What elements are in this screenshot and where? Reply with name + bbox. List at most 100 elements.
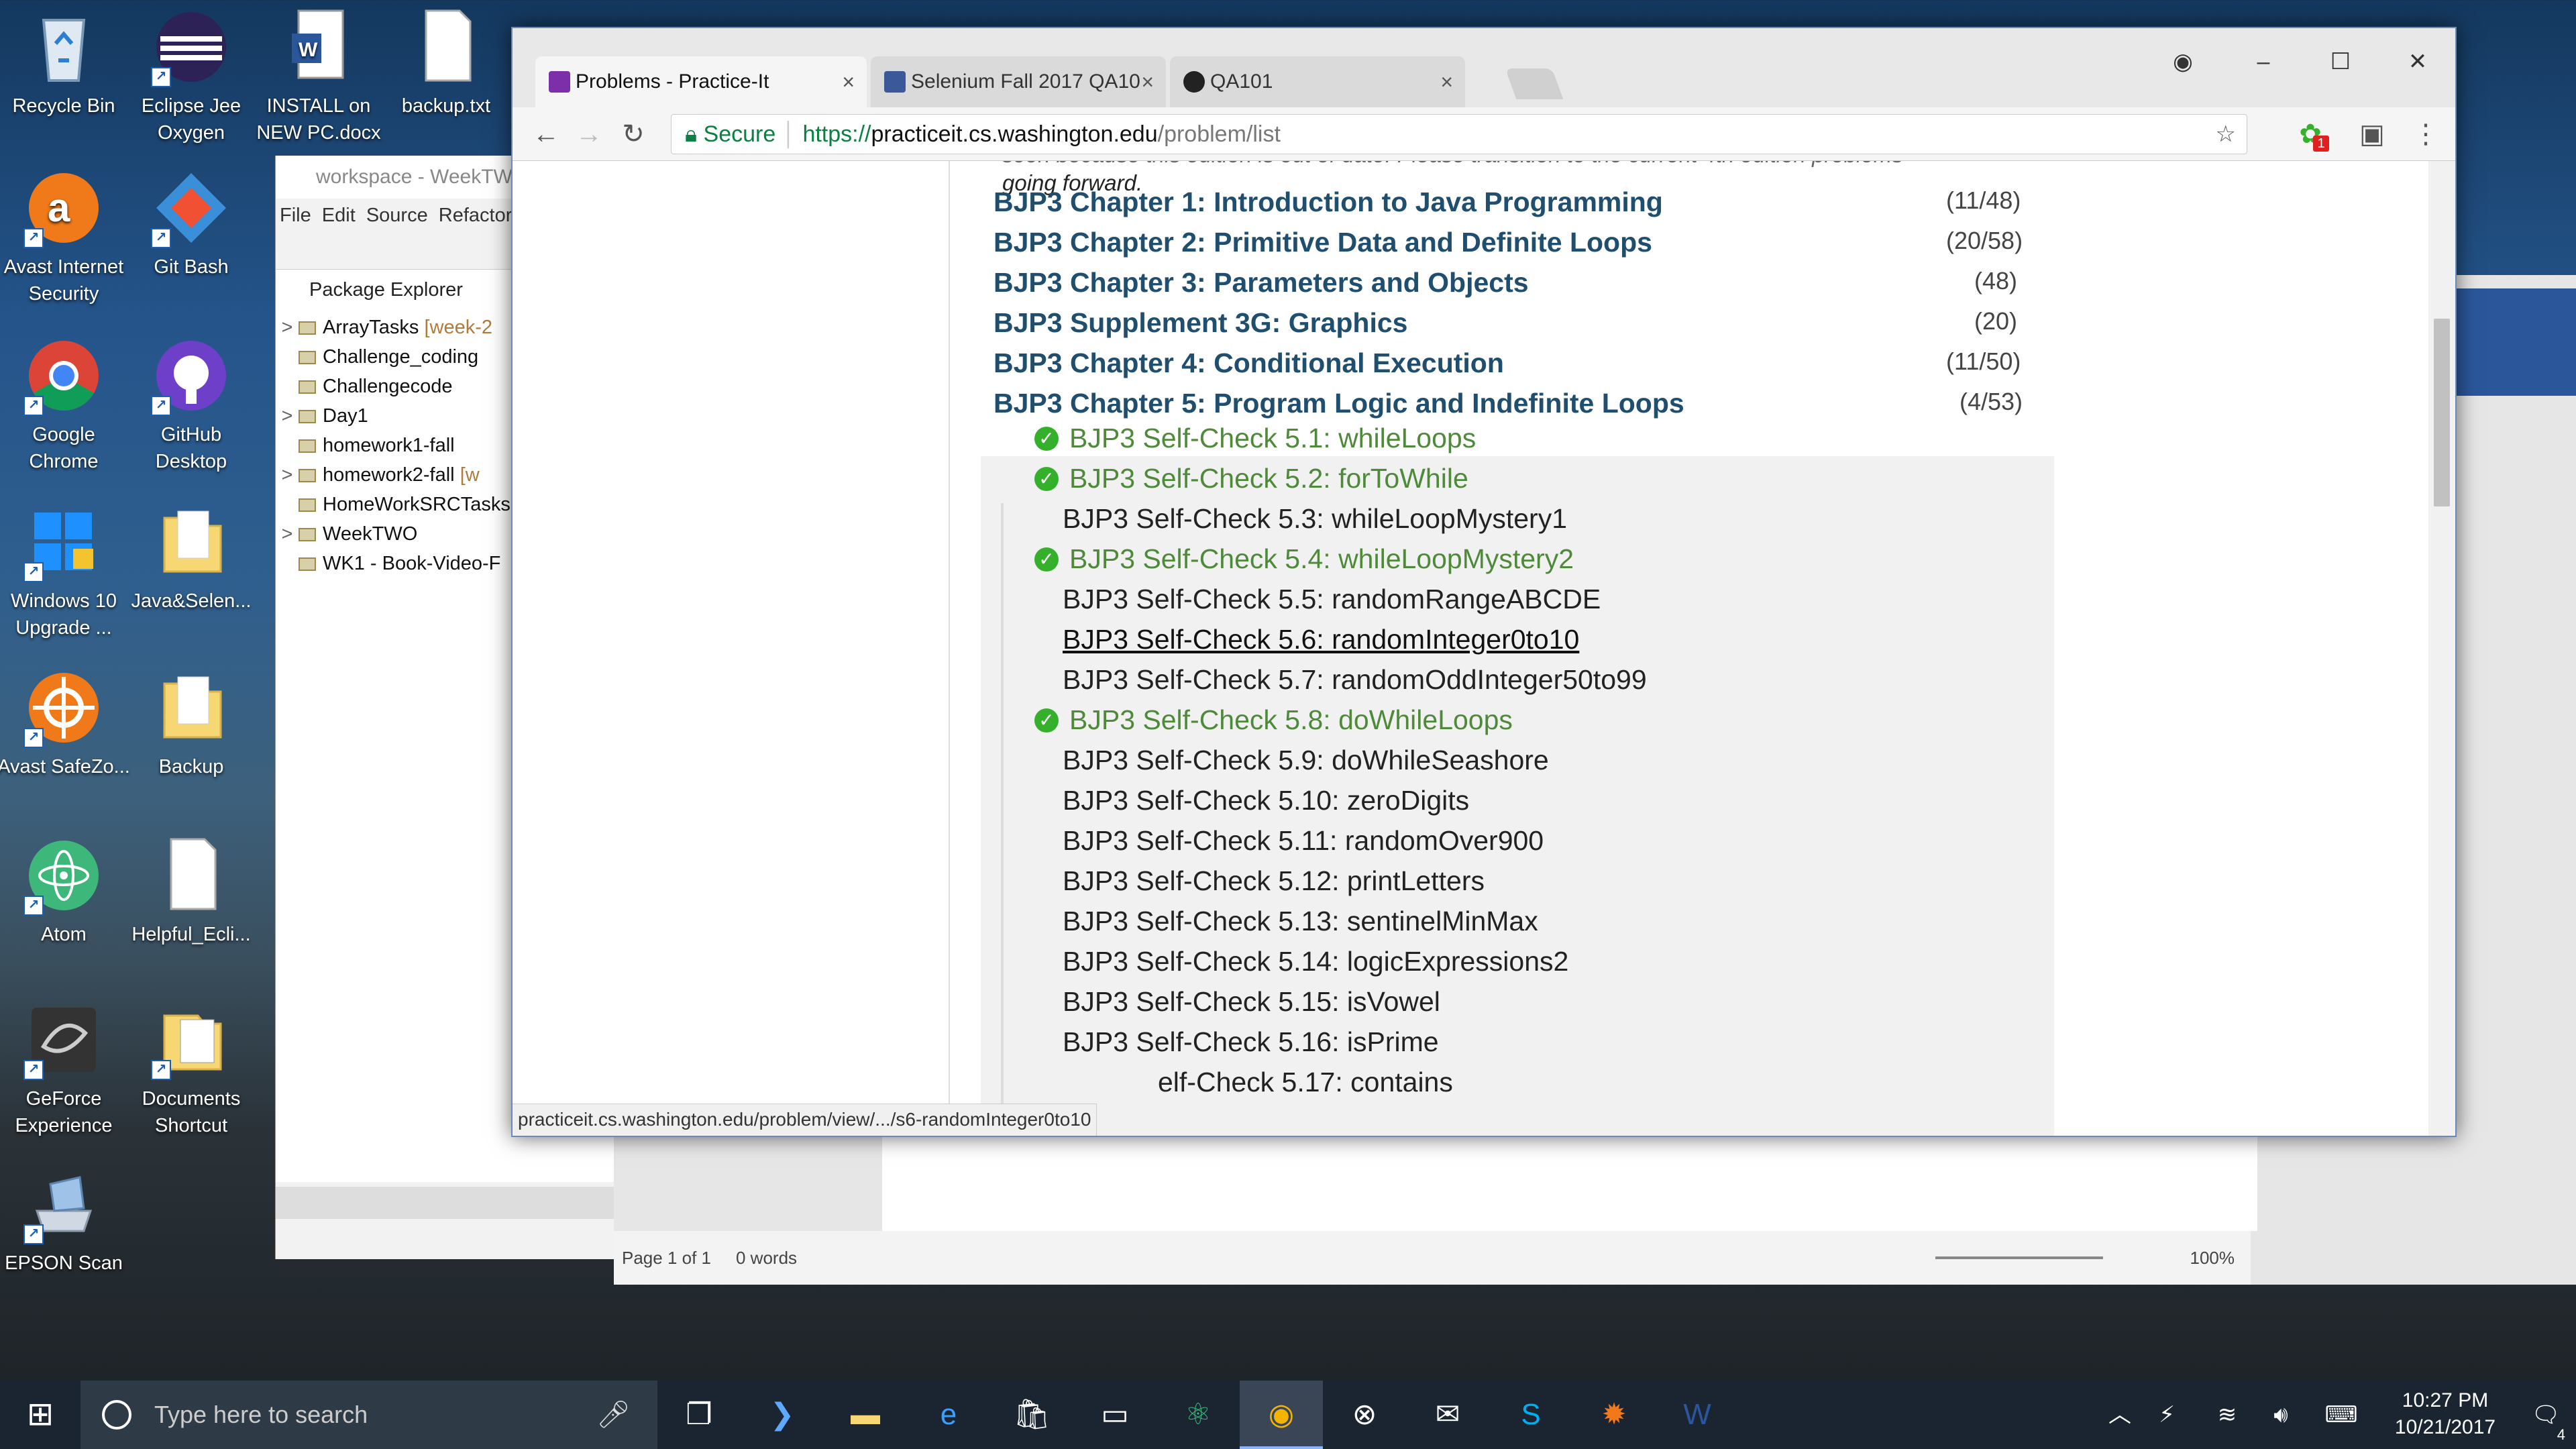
problem-link[interactable]: BJP3 Self-Check 5.11: randomOver900 — [1063, 825, 1544, 857]
desktop-icon-java-selenium-folder[interactable]: Java&Selen... — [124, 502, 258, 614]
desktop-icon-backup-folder[interactable]: Backup — [124, 667, 258, 780]
vertical-scrollbar[interactable] — [2428, 161, 2455, 1136]
word-zoom-level[interactable]: 100% — [2190, 1231, 2235, 1285]
problem-link[interactable]: BJP3 Self-Check 5.10: zeroDigits — [1063, 785, 1469, 816]
problem-link[interactable]: BJP3 Self-Check 5.15: isVowel — [1063, 986, 1440, 1018]
avast-taskbar-icon[interactable]: ✹ — [1572, 1381, 1656, 1449]
chevron-right-icon[interactable]: > — [276, 401, 299, 431]
word-window[interactable]: Page 1 of 1 0 words 100% — [614, 1134, 2257, 1285]
problem-link[interactable]: BJP3 Self-Check 5.14: logicExpressions2 — [1063, 946, 1568, 977]
documents-folder-icon: ↗ — [151, 1000, 231, 1080]
mail-icon[interactable]: ✉ — [1406, 1381, 1489, 1449]
notification-count: 4 — [2557, 1426, 2565, 1443]
minimize-button[interactable]: – — [2237, 42, 2290, 82]
chevron-right-icon[interactable]: > — [276, 313, 299, 342]
desktop-icon-helpful-eclipse[interactable]: Helpful_Ecli... — [124, 835, 258, 948]
problem-link[interactable]: ✓ BJP3 Self-Check 5.4: whileLoopMystery2 — [1034, 543, 1574, 575]
close-window-button[interactable]: ✕ — [2391, 42, 2445, 82]
desktop-icon-windows-10-upgrade[interactable]: ↗ Windows 10 Upgrade ... — [0, 502, 131, 641]
zoom-slider[interactable] — [1935, 1256, 2103, 1259]
notification-center-icon[interactable]: 🗨︎ 4 — [2522, 1381, 2569, 1449]
problem-link[interactable]: elf-Check 5.17: contains — [1158, 1067, 1453, 1098]
user-profile-icon[interactable]: ◉ — [2156, 42, 2210, 82]
file-explorer-icon[interactable]: ▬ — [824, 1381, 907, 1449]
desktop-icon-recycle-bin[interactable]: Recycle Bin — [0, 7, 131, 119]
problem-link[interactable]: ✓ BJP3 Self-Check 5.1: whileLoops — [1034, 423, 1476, 454]
edge-icon[interactable]: e — [907, 1381, 990, 1449]
desktop-icon-documents-shortcut[interactable]: ↗ Documents Shortcut — [124, 1000, 258, 1139]
problem-link[interactable]: BJP3 Self-Check 5.16: isPrime — [1063, 1026, 1439, 1058]
lock-extension-icon[interactable]: ▣ — [2352, 114, 2392, 154]
chapter-link[interactable]: BJP3 Chapter 2: Primitive Data and Defin… — [994, 227, 2023, 258]
extension-icon[interactable]: ✿ 1 — [2290, 114, 2330, 154]
desktop-icon-avast[interactable]: a ↗ Avast Internet Security — [0, 168, 131, 307]
back-arrow-icon[interactable]: ← — [526, 114, 566, 154]
word-taskbar-icon[interactable]: W — [1656, 1381, 1739, 1449]
skype-icon[interactable]: S — [1489, 1381, 1572, 1449]
chapter-link[interactable]: BJP3 Chapter 4: Conditional Execution (11… — [994, 347, 2021, 379]
desktop-icon-eclipse[interactable]: ↗ Eclipse Jee Oxygen — [124, 7, 258, 146]
store-icon[interactable]: 🛍︎ — [990, 1381, 1073, 1449]
chapter-link[interactable]: BJP3 Supplement 3G: Graphics (20) — [994, 307, 2017, 339]
close-icon[interactable]: × — [842, 56, 855, 107]
taskbar-search[interactable]: Type here to search 🎤︎ — [80, 1381, 657, 1449]
xbox-icon[interactable]: ⊗ — [1323, 1381, 1406, 1449]
folder-icon — [151, 667, 231, 748]
problem-link[interactable]: BJP3 Self-Check 5.9: doWhileSeashore — [1063, 745, 1549, 776]
close-icon[interactable]: × — [1440, 56, 1453, 107]
tab-qa101-github[interactable]: QA101 × — [1170, 56, 1465, 107]
desktop-icon-atom[interactable]: ↗ Atom — [0, 835, 131, 948]
chapter-link[interactable]: BJP3 Chapter 3: Parameters and Objects (4… — [994, 267, 2017, 299]
problem-link[interactable]: BJP3 Self-Check 5.3: whileLoopMystery1 — [1063, 503, 1567, 535]
show-hidden-icons-chevron-icon[interactable]: ︿ — [2100, 1381, 2140, 1449]
desktop-icon-install-docx[interactable]: W INSTALL on NEW PC.docx — [252, 7, 386, 146]
problem-link[interactable]: BJP3 Self-Check 5.7: randomOddInteger50t… — [1063, 664, 1647, 696]
desktop-icon-avast-safezone[interactable]: ↗ Avast SafeZo... — [0, 667, 131, 780]
desktop-icon-git-bash[interactable]: ↗ Git Bash — [124, 168, 258, 280]
new-tab-button[interactable] — [1505, 68, 1564, 99]
word-document-page[interactable] — [882, 1134, 2257, 1231]
problem-link[interactable]: ✓ BJP3 Self-Check 5.8: doWhileLoops — [1034, 704, 1513, 736]
chapter-link[interactable]: BJP3 Chapter 1: Introduction to Java Pro… — [994, 186, 2021, 218]
keyboard-icon[interactable]: ⌨ — [2314, 1381, 2368, 1449]
atom-taskbar-icon[interactable]: ⚛ — [1157, 1381, 1240, 1449]
problem-link[interactable]: BJP3 Self-Check 5.5: randomRangeABCDE — [1063, 584, 1601, 615]
problem-link[interactable]: BJP3 Self-Check 5.13: sentinelMinMax — [1063, 906, 1538, 937]
chapter-count: (20/58) — [1946, 227, 2023, 254]
volume-icon[interactable]: 🔊︎ — [2261, 1381, 2301, 1449]
menu-kebab-icon[interactable]: ⋮ — [2406, 114, 2446, 154]
page-viewport[interactable]: soon because this edition is out of date… — [513, 161, 2431, 1136]
problem-link[interactable]: ✓ BJP3 Self-Check 5.2: forToWhile — [1034, 463, 1468, 494]
desktop-icon-geforce-experience[interactable]: ↗ GeForce Experience — [0, 1000, 131, 1139]
desktop-icon-backup-txt[interactable]: backup.txt — [379, 7, 513, 119]
chrome-window[interactable]: Problems - Practice-It × Selenium Fall 2… — [511, 27, 2457, 1137]
desktop-icon-github-desktop[interactable]: ↗ GitHub Desktop — [124, 335, 258, 475]
url-host: practiceit.cs.washington.edu — [871, 121, 1158, 147]
chrome-taskbar-icon[interactable]: ◉ — [1240, 1381, 1323, 1449]
desktop-icon-google-chrome[interactable]: ↗ Google Chrome — [0, 335, 131, 475]
maximize-button[interactable]: ☐ — [2314, 42, 2367, 82]
address-bar[interactable]: 🔒︎ Secure │ https://practiceit.cs.washin… — [671, 114, 2247, 154]
reload-icon[interactable]: ↻ — [613, 114, 653, 154]
power-icon[interactable]: ⚡︎ — [2147, 1381, 2187, 1449]
terminal-icon[interactable]: ▭ — [1073, 1381, 1157, 1449]
desktop-icon-epson-scan[interactable]: ↗ EPSON Scan — [0, 1164, 131, 1277]
forward-arrow-icon[interactable]: → — [569, 114, 609, 154]
bookmark-star-icon[interactable]: ☆ — [2216, 115, 2236, 154]
microphone-icon[interactable]: 🎤︎ — [596, 1381, 631, 1449]
wifi-icon[interactable]: ≋ — [2207, 1381, 2247, 1449]
problem-link[interactable]: BJP3 Self-Check 5.12: printLetters — [1063, 865, 1485, 897]
scrollbar-thumb[interactable] — [2434, 319, 2450, 506]
taskbar-clock[interactable]: 10:27 PM 10/21/2017 — [2375, 1387, 2516, 1441]
tab-practice-it[interactable]: Problems - Practice-It × — [535, 56, 867, 107]
chapter-link[interactable]: BJP3 Chapter 5: Program Logic and Indefi… — [994, 388, 2023, 419]
problem-link-hovered[interactable]: BJP3 Self-Check 5.6: randomInteger0to10 — [1063, 624, 1579, 655]
windows-start-icon[interactable]: ⊞ — [0, 1381, 80, 1449]
powershell-icon[interactable]: ❯ — [741, 1381, 824, 1449]
chevron-right-icon[interactable]: > — [276, 460, 299, 490]
task-view-icon[interactable]: ❐ — [657, 1381, 741, 1449]
chevron-right-icon[interactable]: > — [276, 519, 299, 549]
horizontal-scrollbar[interactable] — [276, 1187, 618, 1219]
close-icon[interactable]: × — [1141, 56, 1154, 107]
tab-selenium-facebook[interactable]: Selenium Fall 2017 QA10 × — [871, 56, 1166, 107]
